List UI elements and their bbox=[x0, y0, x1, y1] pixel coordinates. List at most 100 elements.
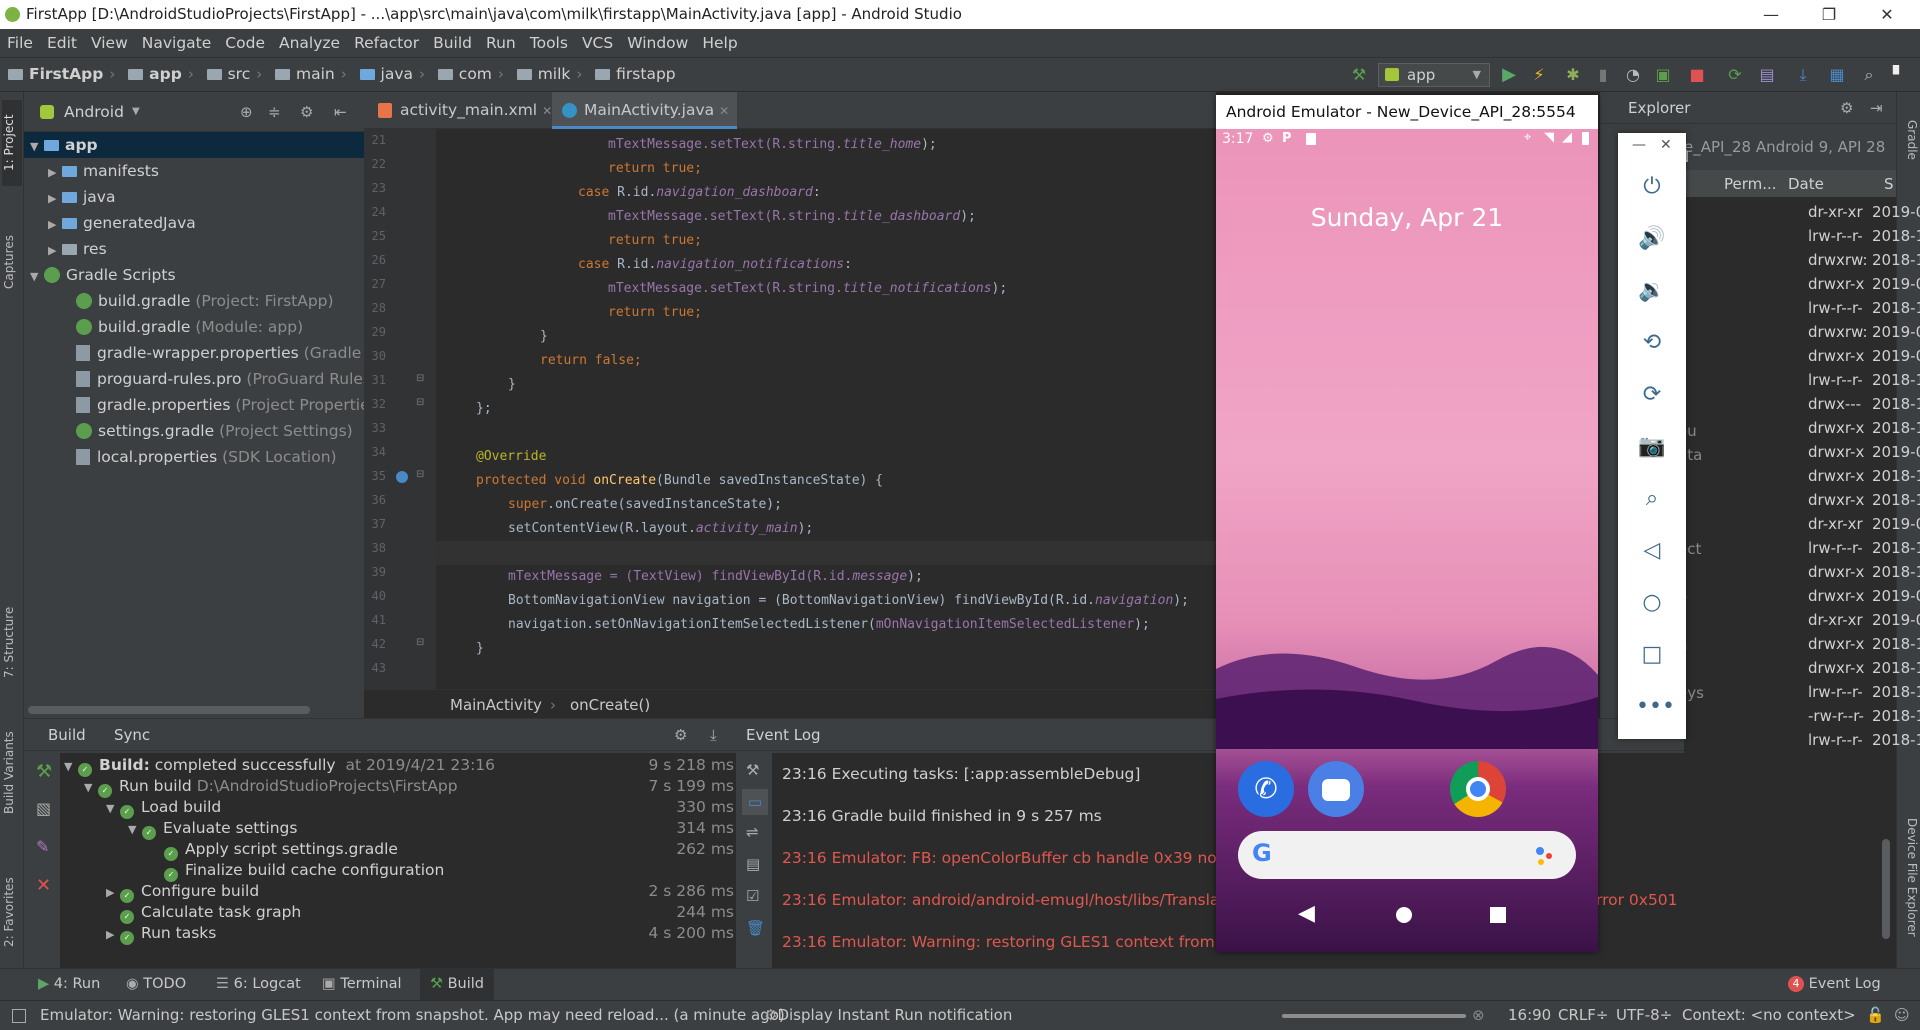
tab-build[interactable]: Build bbox=[48, 719, 86, 751]
tree-item-gradle-scripts[interactable]: ▼ Gradle Scripts bbox=[30, 262, 176, 288]
file-row[interactable]: drwxrw:2019-04-214 bbox=[1808, 320, 1920, 344]
file-row[interactable]: drwxr-x2019-04-212 bbox=[1808, 440, 1920, 464]
override-marker-icon[interactable] bbox=[396, 471, 408, 483]
close-icon[interactable]: ✕ bbox=[1660, 137, 1672, 153]
minimize-icon[interactable]: — bbox=[1748, 0, 1794, 29]
menu-vcs[interactable]: VCS bbox=[575, 29, 620, 57]
tab-terminal[interactable]: ▣ Terminal bbox=[322, 969, 402, 1000]
run-config-select[interactable]: app ▼ bbox=[1378, 63, 1490, 87]
emulator-screen[interactable]: 3:17 ⚙ P ⌖ ◥ ◢ Sunday, Apr 21 ✆ G ◀ bbox=[1216, 129, 1598, 952]
build-row-evaluate-settings[interactable]: ▼ ✓ Evaluate settings 314 ms bbox=[128, 818, 734, 840]
build-row-configure-build[interactable]: ▶ ✓ Configure build 2 s 286 ms bbox=[106, 881, 734, 903]
captures-tool-tab[interactable]: Captures bbox=[2, 222, 22, 302]
sdk-manager-icon[interactable]: ⤓ bbox=[1792, 64, 1814, 86]
crumb-project[interactable]: FirstApp bbox=[8, 58, 103, 91]
file-row[interactable]: lrw-r--r-2018-11-101 bbox=[1808, 368, 1920, 392]
print-icon[interactable]: ▤ bbox=[746, 855, 760, 873]
volume-down-icon[interactable]: 🔉 bbox=[1636, 275, 1668, 307]
menu-build[interactable]: Build bbox=[426, 29, 479, 57]
tab-run[interactable]: ▶ 4: Run bbox=[38, 969, 100, 1000]
build-row-calculate-task-graph[interactable]: ✓ Calculate task graph 244 ms bbox=[120, 902, 734, 924]
overview-nav-icon[interactable] bbox=[1490, 907, 1506, 923]
breadcrumb-method[interactable]: onCreate() bbox=[570, 690, 650, 720]
crumb-main[interactable]: main bbox=[275, 58, 335, 91]
cancel-progress-icon[interactable]: ⊗ bbox=[1472, 1001, 1485, 1030]
crumb-app[interactable]: app bbox=[128, 58, 182, 91]
tree-item-generated-java[interactable]: ▶ generatedJava bbox=[48, 210, 196, 236]
more-icon[interactable]: ••• bbox=[1636, 691, 1675, 723]
column-date[interactable]: Date bbox=[1788, 170, 1824, 198]
file-row[interactable]: drwxr-x2018-11-104 bbox=[1808, 464, 1920, 488]
tab-logcat[interactable]: ☰ 6: Logcat bbox=[216, 969, 301, 1000]
project-horizontal-scrollbar[interactable] bbox=[28, 706, 310, 714]
file-row[interactable]: lrw-r--r-2018-11-101 bbox=[1808, 536, 1920, 560]
tree-item-gradle-wrapper[interactable]: gradle-wrapper.properties (Gradle V bbox=[76, 340, 377, 366]
tree-item-build-gradle-module[interactable]: build.gradle (Module: app) bbox=[76, 314, 303, 340]
menu-file[interactable]: File bbox=[0, 29, 40, 57]
hide-panel-icon[interactable]: ⇤ bbox=[334, 92, 347, 132]
instant-run-notice[interactable]: ⚙Display Instant Run notification bbox=[764, 1001, 1012, 1030]
chrome-app-icon[interactable] bbox=[1450, 761, 1506, 817]
file-row[interactable]: drwxr-x2018-11-104 bbox=[1808, 416, 1920, 440]
rotate-left-icon[interactable]: ⟲ bbox=[1636, 327, 1668, 359]
tab-todo[interactable]: ◉ TODO bbox=[126, 969, 186, 1000]
event-log-scrollbar[interactable] bbox=[1882, 839, 1890, 939]
soft-wrap-icon[interactable]: ▭ bbox=[742, 789, 768, 815]
tree-item-gradle-properties[interactable]: gradle.properties (Project Properties bbox=[76, 392, 378, 418]
project-structure-icon[interactable]: ▦ bbox=[1826, 64, 1848, 86]
fold-icon[interactable]: ⊟ bbox=[416, 373, 424, 384]
back-icon[interactable]: ◁ bbox=[1636, 535, 1668, 567]
restore-icon[interactable]: ❐ bbox=[1806, 0, 1852, 29]
caret-position[interactable]: 16:90 bbox=[1508, 1001, 1551, 1030]
minimize-icon[interactable]: — bbox=[1632, 137, 1646, 153]
menu-tools[interactable]: Tools bbox=[523, 29, 575, 57]
crumb-java[interactable]: java bbox=[359, 58, 413, 91]
column-permissions[interactable]: Perm... bbox=[1724, 170, 1777, 198]
crumb-src[interactable]: src bbox=[206, 58, 250, 91]
mark-read-icon[interactable]: ☑ bbox=[746, 887, 759, 905]
file-row[interactable]: -rw-r--r-2018-11-101 bbox=[1808, 704, 1920, 728]
sync-icon[interactable]: ⟳ bbox=[1724, 64, 1746, 86]
collapse-all-icon[interactable]: ≑ bbox=[268, 92, 281, 132]
build-row-summary[interactable]: ▼ ✓ Build: completed successfully at 2019/… bbox=[64, 755, 734, 777]
close-tab-icon[interactable]: ✕ bbox=[719, 104, 729, 118]
fold-icon[interactable]: ⊟ bbox=[416, 637, 424, 648]
file-row[interactable]: drwxr-x2019-04-214 bbox=[1808, 584, 1920, 608]
tree-item-res[interactable]: ▶ res bbox=[48, 236, 107, 262]
file-row[interactable]: drwxr-x2019-04-212 bbox=[1808, 344, 1920, 368]
tab-sync[interactable]: Sync bbox=[114, 719, 150, 751]
menu-view[interactable]: View bbox=[84, 29, 135, 57]
file-row[interactable]: lrw-r--r-2018-11-101 bbox=[1808, 728, 1920, 752]
tree-item-local-properties[interactable]: local.properties (SDK Location) bbox=[76, 444, 337, 470]
memory-indicator-icon[interactable]: ☺ bbox=[1894, 1001, 1910, 1030]
gear-icon[interactable]: ⚙ bbox=[674, 719, 687, 751]
avd-manager-icon[interactable]: ▤ bbox=[1756, 64, 1778, 86]
rotate-right-icon[interactable]: ⟳ bbox=[1636, 379, 1668, 411]
stop-icon[interactable]: ■ bbox=[1686, 64, 1708, 86]
make-project-icon[interactable]: ⚒ bbox=[1348, 64, 1370, 86]
close-icon[interactable]: ✕ bbox=[1864, 0, 1910, 29]
file-row[interactable]: drwxr-x2018-11-104 bbox=[1808, 656, 1920, 680]
breadcrumb-class[interactable]: MainActivity bbox=[450, 690, 542, 720]
scroll-end-icon[interactable]: ⇌ bbox=[746, 823, 759, 841]
phone-app-icon[interactable]: ✆ bbox=[1238, 761, 1294, 817]
tree-item-manifests[interactable]: ▶ manifests bbox=[48, 158, 159, 184]
power-icon[interactable]: ⏻ bbox=[1636, 171, 1668, 203]
locate-icon[interactable]: ⊕ bbox=[240, 92, 253, 132]
user-icon[interactable]: ▘ bbox=[1888, 64, 1910, 86]
pin-icon[interactable]: ✎ bbox=[36, 837, 49, 856]
build-row-run-build[interactable]: ▼ ✓ Run build D:\AndroidStudioProjects\Fir… bbox=[84, 776, 734, 798]
favorites-tool-tab[interactable]: 2: Favorites bbox=[2, 862, 22, 962]
gear-icon[interactable]: ⚙ bbox=[300, 92, 313, 132]
toggle-tool-windows-icon[interactable] bbox=[12, 1009, 26, 1023]
gradle-tool-tab[interactable]: Gradle bbox=[1899, 100, 1919, 180]
status-message[interactable]: Emulator: Warning: restoring GLES1 conte… bbox=[40, 1001, 785, 1030]
chevron-down-icon[interactable]: ▼ bbox=[132, 92, 140, 132]
back-nav-icon[interactable]: ◀ bbox=[1298, 901, 1315, 926]
tree-item-settings-gradle[interactable]: settings.gradle (Project Settings) bbox=[76, 418, 353, 444]
code-editor[interactable]: mTextMessage.setText(R.string.title_home… bbox=[436, 129, 1216, 689]
zoom-icon[interactable]: ⌕ bbox=[1636, 483, 1668, 515]
file-row[interactable]: lrw-r--r-2018-11-101 bbox=[1808, 224, 1920, 248]
context-indicator[interactable]: Context: <no context> bbox=[1682, 1001, 1856, 1030]
file-row[interactable]: dr-xr-xr 2019-04-21 bbox=[1808, 512, 1920, 536]
